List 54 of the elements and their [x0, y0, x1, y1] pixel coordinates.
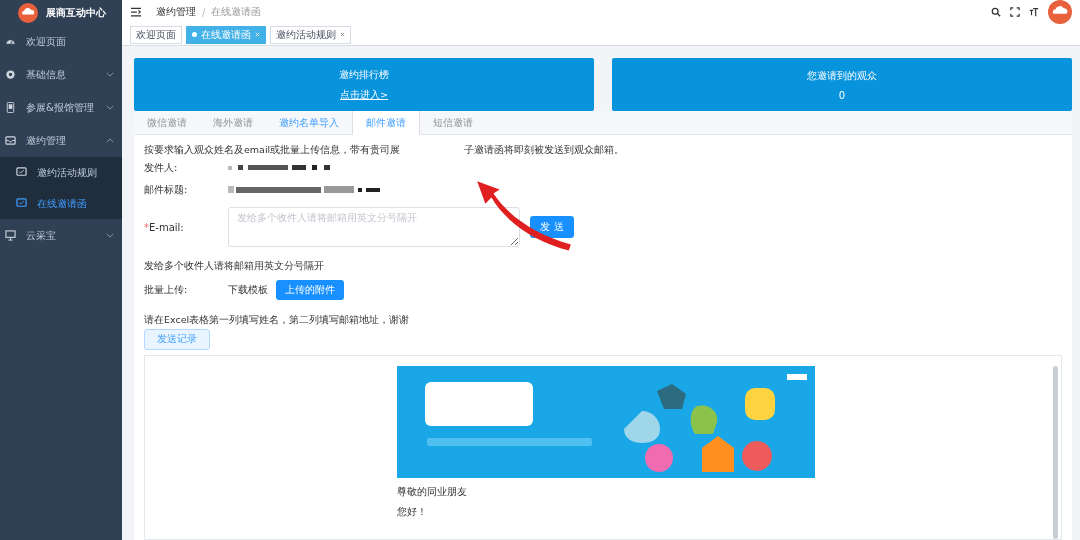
- phone-icon: [5, 102, 16, 113]
- tab[interactable]: 邮件邀请: [352, 111, 420, 135]
- app-title: 展商互动中心: [46, 5, 106, 20]
- card-value: 0: [838, 89, 846, 101]
- page-tag[interactable]: 欢迎页面: [130, 25, 182, 44]
- inbox-icon: [5, 135, 16, 146]
- enter-link[interactable]: 点击进入>: [340, 88, 388, 102]
- search-icon[interactable]: [991, 7, 1001, 17]
- gauge-icon: [5, 36, 16, 47]
- sidebar-subitem[interactable]: 邀约活动规则: [0, 157, 122, 188]
- sidebar-item[interactable]: 欢迎页面: [0, 25, 122, 58]
- avatar[interactable]: [1048, 0, 1072, 24]
- chevron-icon: [106, 72, 114, 77]
- chevron-icon: [106, 138, 114, 143]
- send-button[interactable]: 发 送: [530, 216, 574, 238]
- scrollbar[interactable]: [1053, 366, 1058, 539]
- card-title: 您邀请到的观众: [807, 68, 877, 83]
- checklist-icon: [16, 198, 27, 209]
- card-title: 邀约排行榜: [339, 67, 389, 82]
- sidebar-item[interactable]: 参展&报馆管理: [0, 91, 122, 124]
- instruction-text: 按要求输入观众姓名及email或批量上传信息，带有贵司展: [144, 143, 401, 157]
- logo-icon: [18, 2, 38, 23]
- monitor-icon: [5, 230, 16, 241]
- font-size-icon[interactable]: [1029, 7, 1039, 17]
- checklist-icon: [16, 167, 27, 178]
- close-icon[interactable]: [340, 32, 345, 37]
- tab[interactable]: 短信邀请: [420, 111, 486, 134]
- download-template-link[interactable]: 下载模板: [228, 283, 268, 297]
- greeting-text: 尊敬的同业朋友: [397, 486, 467, 498]
- menu-icon[interactable]: [130, 7, 142, 17]
- tab[interactable]: 邀约名单导入: [266, 111, 352, 134]
- upload-button[interactable]: 上传的附件: [276, 280, 344, 300]
- breadcrumb-item[interactable]: 邀约管理: [156, 5, 196, 19]
- gear-icon: [5, 69, 16, 80]
- tab[interactable]: 微信邀请: [134, 111, 200, 134]
- chevron-icon: [106, 233, 114, 238]
- page-tag[interactable]: 邀约活动规则: [270, 25, 351, 44]
- chevron-icon: [106, 105, 114, 110]
- sidebar-item[interactable]: 邀约管理: [0, 124, 122, 157]
- sidebar-item[interactable]: 云采宝: [0, 219, 122, 252]
- field-label: 发件人:: [144, 161, 179, 175]
- salutation-text: 您好！: [397, 506, 427, 518]
- note-text: 请在Excel表格第一列填写姓名，第二列填写邮箱地址，谢谢: [144, 313, 411, 327]
- sidebar-subitem[interactable]: 在线邀请函: [0, 188, 122, 219]
- sidebar-item[interactable]: 基础信息: [0, 58, 122, 91]
- breadcrumb-item[interactable]: 在线邀请函: [211, 5, 262, 19]
- tab[interactable]: 海外邀请: [200, 111, 266, 134]
- field-label: 邮件标题:: [144, 183, 189, 197]
- field-label: 批量上传:: [144, 283, 189, 297]
- hint-text: 发给多个收件人请将邮箱用英文分号隔开: [144, 259, 325, 273]
- breadcrumb-separator: /: [202, 6, 206, 18]
- fullscreen-icon[interactable]: [1010, 7, 1020, 17]
- field-label: *E-mail:: [144, 221, 185, 233]
- instruction-text: 子邀请函将即刻被发送到观众邮箱。: [464, 143, 625, 157]
